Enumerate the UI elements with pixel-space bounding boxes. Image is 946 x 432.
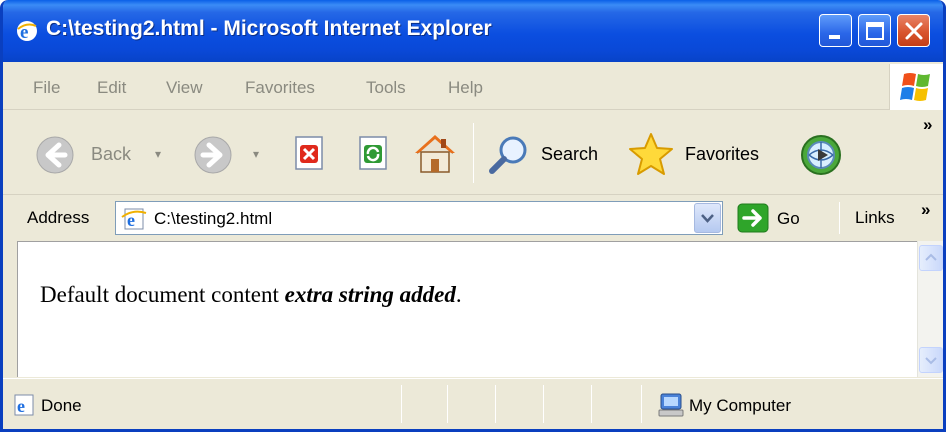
standard-toolbar: Back ▾ ▾ Search Favorites » <box>3 111 943 195</box>
favorites-button[interactable]: Favorites <box>627 111 783 195</box>
menu-edit[interactable]: Edit <box>97 78 126 98</box>
chevron-down-icon <box>925 357 937 365</box>
chevron-down-icon <box>701 214 714 223</box>
maximize-button[interactable] <box>858 14 891 47</box>
home-button[interactable] <box>411 111 461 195</box>
go-button[interactable]: Go <box>737 202 827 234</box>
svg-text:e: e <box>17 396 25 416</box>
menu-favorites[interactable]: Favorites <box>245 78 315 98</box>
status-bar: e Done My Computer <box>3 378 943 429</box>
links-button[interactable]: Links <box>855 208 895 228</box>
my-computer-icon <box>657 391 685 424</box>
document-text-tail: . <box>455 282 462 307</box>
refresh-button[interactable] <box>353 111 397 195</box>
forward-dropdown-icon[interactable]: ▾ <box>253 147 259 161</box>
security-zone-label: My Computer <box>689 396 792 415</box>
address-input[interactable]: e C:\testing2.html <box>115 201 723 235</box>
document-paragraph: Default document content extra string ad… <box>40 282 462 308</box>
menu-view[interactable]: View <box>166 78 203 98</box>
document-emphasis: extra string added <box>284 282 456 307</box>
document-text: Default document content <box>40 282 285 307</box>
forward-button[interactable]: ▾ <box>189 111 269 195</box>
scroll-down-button[interactable] <box>919 347 943 373</box>
favorites-label: Favorites <box>685 144 760 164</box>
windows-flag-icon <box>889 64 943 110</box>
media-button[interactable] <box>797 111 847 195</box>
status-separator <box>401 385 402 423</box>
vertical-scrollbar[interactable] <box>917 241 943 377</box>
status-separator <box>447 385 448 423</box>
back-arrow-icon <box>36 136 74 174</box>
menu-help[interactable]: Help <box>448 78 483 98</box>
status-text: Done <box>41 396 82 415</box>
chevron-up-icon <box>925 253 937 261</box>
status-separator <box>543 385 544 423</box>
menu-file[interactable]: File <box>33 78 60 98</box>
status-separator <box>591 385 592 423</box>
close-icon <box>905 22 923 40</box>
window-title: C:\testing2.html - Microsoft Internet Ex… <box>46 17 492 40</box>
menu-tools[interactable]: Tools <box>366 78 406 98</box>
stop-button[interactable] <box>287 111 331 195</box>
toolbar-separator <box>473 123 474 183</box>
stop-icon <box>295 136 323 170</box>
address-bar: Address e C:\testing2.html Go Links » <box>3 196 943 240</box>
scroll-up-button[interactable] <box>919 245 943 271</box>
search-label: Search <box>541 144 599 164</box>
title-bar[interactable]: e C:\testing2.html - Microsoft Internet … <box>3 0 943 62</box>
go-arrow-icon <box>737 203 769 233</box>
minimize-button[interactable] <box>819 14 852 47</box>
forward-arrow-icon <box>194 136 232 174</box>
status-separator <box>495 385 496 423</box>
refresh-icon <box>359 136 387 170</box>
address-label: Address <box>27 208 90 227</box>
address-separator <box>839 202 840 234</box>
maximize-icon <box>866 22 884 40</box>
address-value: C:\testing2.html <box>154 209 273 228</box>
ie-logo-icon: e <box>16 20 38 43</box>
status-separator <box>641 385 642 423</box>
document-viewport: Default document content extra string ad… <box>17 241 917 377</box>
go-label: Go <box>777 209 800 228</box>
links-overflow-icon[interactable]: » <box>921 200 930 220</box>
search-icon <box>489 136 527 174</box>
search-button[interactable]: Search <box>485 111 615 195</box>
back-label: Back <box>91 144 132 164</box>
minimize-icon <box>829 35 840 39</box>
back-dropdown-icon[interactable]: ▾ <box>155 147 161 161</box>
back-button[interactable]: Back ▾ <box>31 111 171 195</box>
browser-window: e C:\testing2.html - Microsoft Internet … <box>0 0 946 432</box>
page-done-icon: e <box>11 393 37 422</box>
toolbar-overflow-icon[interactable]: » <box>923 115 932 135</box>
close-button[interactable] <box>897 14 930 47</box>
ie-page-icon: e <box>121 207 147 236</box>
favorites-star-icon <box>629 133 673 175</box>
home-icon <box>415 135 455 173</box>
menu-bar: File Edit View Favorites Tools Help <box>3 64 943 110</box>
address-dropdown-button[interactable] <box>694 203 721 233</box>
media-icon <box>801 135 841 175</box>
